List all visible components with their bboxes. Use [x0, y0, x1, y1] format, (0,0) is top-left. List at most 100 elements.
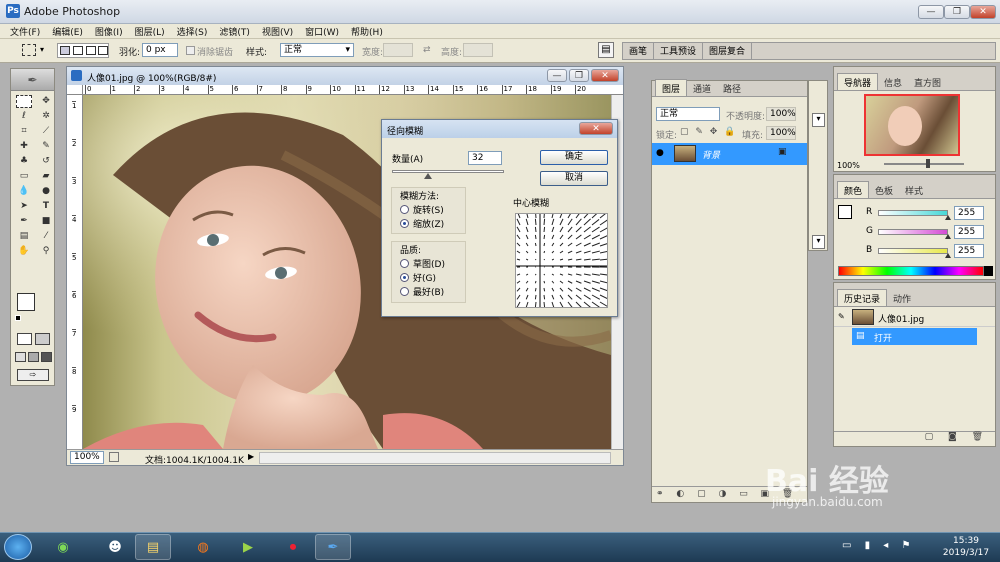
history-snapshot-row[interactable]: ✎ 人像01.jpg [834, 307, 995, 327]
history-brush-icon[interactable]: ↺ [38, 155, 54, 168]
layer-row-background[interactable]: ● 背景 ▣ [652, 143, 807, 165]
pen-tool-icon[interactable]: ✒ [16, 215, 32, 228]
taskbar-firefox-icon[interactable]: ◍ [185, 534, 221, 560]
feather-input[interactable]: 0 px [142, 43, 178, 57]
doc-restore-button[interactable]: ❐ [569, 69, 589, 82]
quality-good-radio[interactable]: 好(G) [400, 270, 445, 284]
menu-filter[interactable]: 滤镜(T) [219, 25, 250, 38]
screen-mode-full-menu-icon[interactable] [28, 352, 39, 362]
menu-view[interactable]: 视图(V) [262, 25, 293, 38]
channel-slider-r[interactable] [878, 210, 948, 216]
style-select[interactable]: 正常 ▾ [280, 43, 354, 57]
selection-mode-buttons[interactable] [57, 43, 109, 58]
info-menu-arrow-icon[interactable]: ▶ [248, 452, 254, 461]
method-zoom-radio[interactable]: 缩放(Z) [400, 216, 444, 230]
amount-slider-thumb[interactable] [423, 173, 432, 179]
menu-select[interactable]: 选择(S) [177, 25, 208, 38]
tab-channels[interactable]: 通道 [687, 80, 717, 96]
channel-value-b[interactable]: 255 [954, 244, 984, 258]
rect-marquee-icon[interactable] [22, 44, 36, 56]
clock-time[interactable]: 15:39 [944, 536, 988, 546]
standard-mode-icon[interactable] [17, 333, 32, 345]
quality-draft-radio[interactable]: 草图(D) [400, 256, 445, 270]
crop-tool-icon[interactable]: ⌗ [16, 125, 32, 138]
channel-thumb-g[interactable] [945, 234, 951, 239]
tab-actions[interactable]: 动作 [887, 290, 917, 306]
clone-stamp-icon[interactable]: ♣ [16, 155, 32, 168]
doc-minimize-button[interactable]: — [547, 69, 567, 82]
system-tray-icons[interactable]: ▭ ▮ ◂ ⚑ [842, 540, 915, 551]
taskbar-qq-icon[interactable]: ☻ [97, 534, 133, 560]
eye-icon[interactable]: ● [656, 148, 664, 158]
best-radio-button[interactable] [400, 286, 409, 296]
swap-icon[interactable]: ⇄ [423, 45, 431, 55]
restore-button[interactable]: ❐ [944, 5, 970, 19]
menu-help[interactable]: 帮助(H) [351, 25, 383, 38]
tab-navigator[interactable]: 导航器 [837, 73, 879, 90]
tab-swatches[interactable]: 色板 [869, 182, 899, 198]
marquee-tool-icon[interactable] [16, 95, 32, 108]
channel-slider-g[interactable] [878, 229, 948, 235]
tab-layers[interactable]: 图层 [655, 79, 688, 96]
navigator-thumbnail[interactable] [864, 94, 960, 156]
method-spin-radio[interactable]: 旋转(S) [400, 202, 444, 216]
color-ramp-black[interactable] [984, 266, 993, 276]
blur-center-preview[interactable] [515, 210, 610, 308]
add-selection-icon[interactable] [73, 46, 83, 55]
tab-tool-presets[interactable]: 工具预设 [654, 42, 704, 59]
brush-tool-icon[interactable]: ✎ [38, 140, 54, 153]
healing-brush-icon[interactable]: ✚ [16, 140, 32, 153]
height-input[interactable] [463, 43, 493, 57]
close-button[interactable]: ✕ [970, 5, 996, 19]
opacity-input[interactable]: 100% [766, 107, 796, 121]
tab-color[interactable]: 颜色 [837, 181, 870, 198]
foreground-color-swatch[interactable] [17, 293, 35, 311]
tab-styles[interactable]: 样式 [899, 182, 929, 198]
menu-window[interactable]: 窗口(W) [305, 25, 339, 38]
history-footer-buttons[interactable]: ▢ ◙ 🗑 [834, 431, 995, 446]
tab-info[interactable]: 信息 [878, 74, 908, 90]
eraser-tool-icon[interactable]: ▭ [16, 170, 32, 183]
history-step-row[interactable]: ▤ 打开 [852, 328, 977, 345]
path-select-icon[interactable]: ➤ [16, 200, 32, 213]
amount-input[interactable]: 32 [468, 151, 502, 165]
default-colors-icon[interactable] [15, 315, 21, 321]
zoom-tool-icon[interactable]: ⚲ [38, 245, 54, 258]
amount-slider-track[interactable] [392, 170, 504, 173]
jump-to-imageready-icon[interactable]: ⇨ [17, 369, 49, 381]
draft-radio-button[interactable] [400, 258, 409, 268]
zoom-field[interactable]: 100% [70, 451, 104, 464]
channel-value-g[interactable]: 255 [954, 225, 984, 239]
type-tool-icon[interactable]: T [38, 200, 54, 213]
zoom-radio-button[interactable] [400, 218, 409, 228]
gradient-tool-icon[interactable]: ▰ [38, 170, 54, 183]
quick-mask-icon[interactable] [35, 333, 50, 345]
dialog-close-button[interactable]: ✕ [579, 122, 613, 135]
magic-wand-tool-icon[interactable]: ✲ [38, 110, 54, 123]
quality-best-radio[interactable]: 最好(B) [400, 284, 445, 298]
taskbar-media-icon[interactable]: ▶ [230, 534, 266, 560]
taskbar-record-icon[interactable]: ⏺ [275, 534, 311, 560]
antialias-checkbox[interactable] [186, 46, 195, 55]
minimize-button[interactable]: — [918, 5, 944, 19]
navigator-zoom-slider[interactable] [884, 163, 964, 165]
channel-thumb-b[interactable] [945, 253, 951, 258]
menu-layer[interactable]: 图层(L) [135, 25, 165, 38]
intersect-selection-icon[interactable] [98, 46, 108, 55]
subtract-selection-icon[interactable] [86, 46, 96, 55]
taskbar-explorer-icon[interactable]: ▤ [135, 534, 171, 560]
channel-value-r[interactable]: 255 [954, 206, 984, 220]
fill-input[interactable]: 100% [766, 126, 796, 140]
tab-layer-comps[interactable]: 图层复合 [703, 42, 753, 59]
palette-well-icon[interactable]: ▤ [598, 42, 614, 58]
eyedropper-tool-icon[interactable]: ⁄ [38, 230, 54, 243]
move-tool-icon[interactable]: ✥ [38, 95, 54, 108]
hand-tool-icon[interactable]: ✋ [16, 245, 32, 258]
blend-mode-select[interactable]: 正常 [656, 107, 720, 121]
color-fg-swatch[interactable] [838, 205, 852, 219]
screen-mode-full-icon[interactable] [41, 352, 52, 362]
channel-thumb-r[interactable] [945, 215, 951, 220]
zoom-icon[interactable] [109, 452, 119, 462]
menu-edit[interactable]: 编辑(E) [52, 25, 83, 38]
lock-icons[interactable]: ▢ ✎ ✥ 🔒 [680, 127, 737, 137]
